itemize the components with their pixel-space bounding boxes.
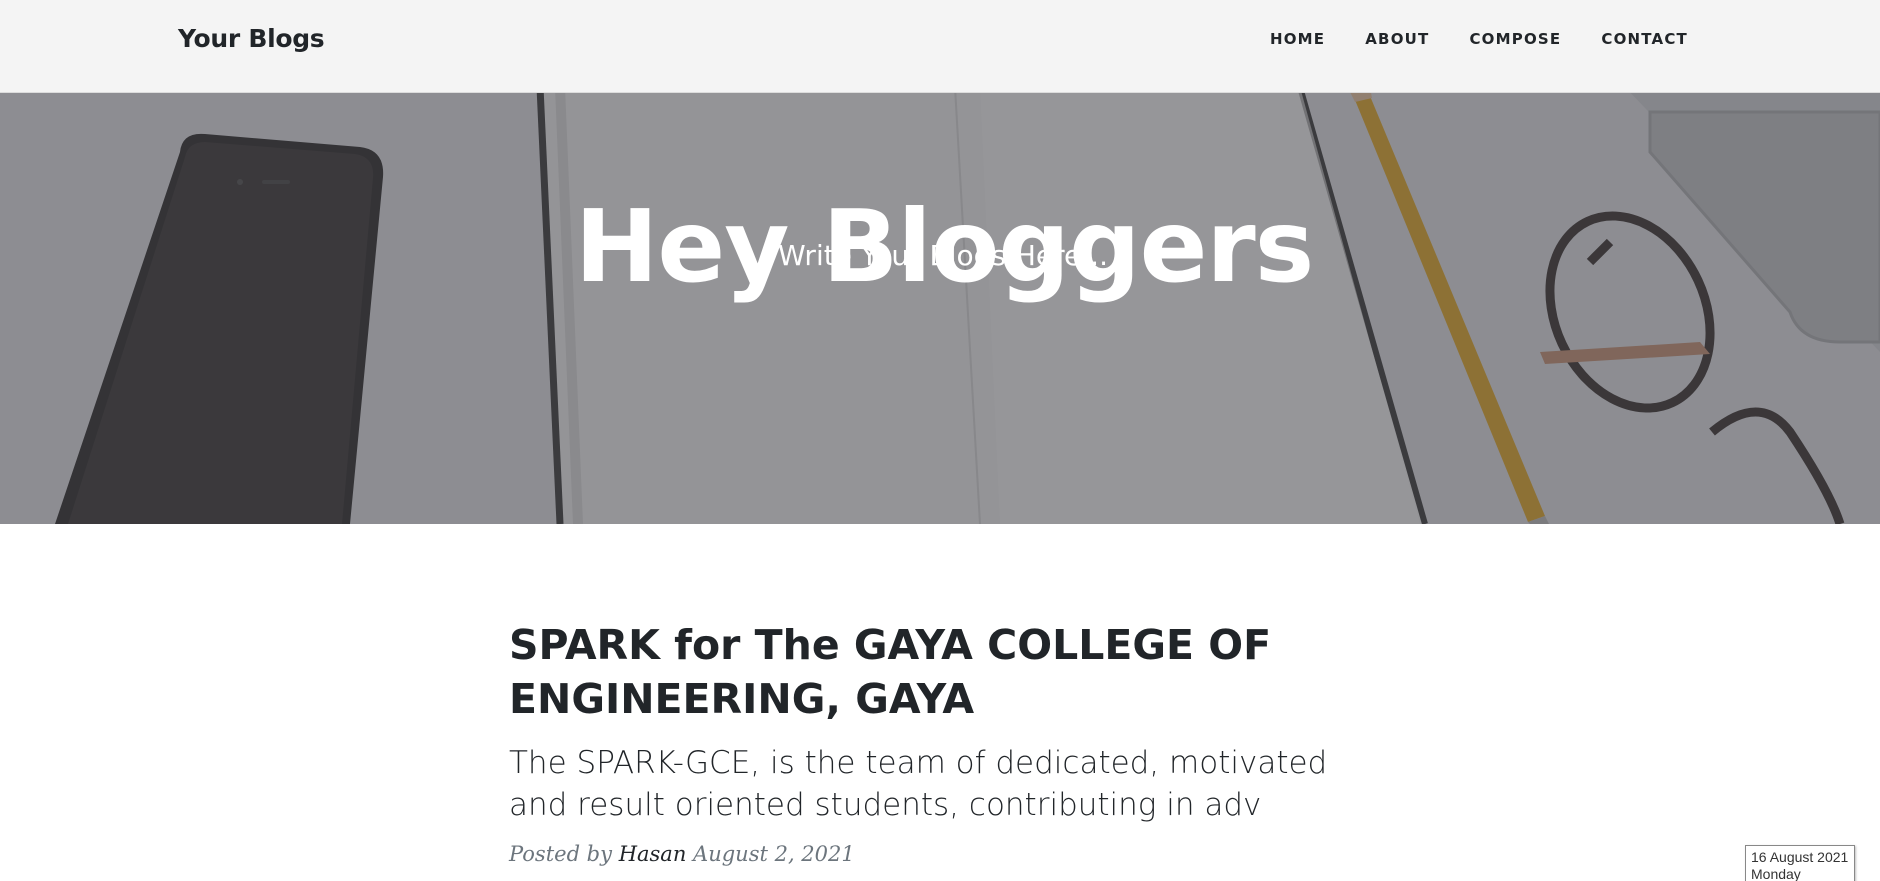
post-author[interactable]: Hasan [619,842,687,866]
post-preview: SPARK for The GAYA COLLEGE OF ENGINEERIN… [509,618,1379,866]
nav-link-contact[interactable]: CONTACT [1601,30,1688,48]
nav-link-home[interactable]: HOME [1270,30,1325,48]
date-widget: 16 August 2021 Monday [1745,845,1855,881]
date-widget-date: 16 August 2021 [1751,849,1849,865]
post-meta: Posted by Hasan August 2, 2021 [509,842,1379,866]
post-title-link[interactable]: SPARK for The GAYA COLLEGE OF ENGINEERIN… [509,621,1271,723]
nav-link-about[interactable]: ABOUT [1365,30,1429,48]
nav-link-compose[interactable]: COMPOSE [1469,30,1561,48]
post-subtitle[interactable]: The SPARK-GCE, is the team of dedicated,… [509,742,1379,826]
post-date: August 2, 2021 [693,842,855,866]
brand-link[interactable]: Your Blogs [178,24,325,53]
hero-subtitle: Write Your Blogs Here... [778,239,1108,272]
post-title: SPARK for The GAYA COLLEGE OF ENGINEERIN… [509,618,1379,726]
masthead-overlay [0,92,1880,524]
main-navbar: Your Blogs HOME ABOUT COMPOSE CONTACT [0,0,1880,93]
date-widget-day: Monday [1751,866,1801,881]
nav-links: HOME ABOUT COMPOSE CONTACT [1270,30,1688,48]
post-meta-prefix: Posted by [509,842,612,866]
masthead: Hey Bloggers Write Your Blogs Here... [0,92,1880,524]
